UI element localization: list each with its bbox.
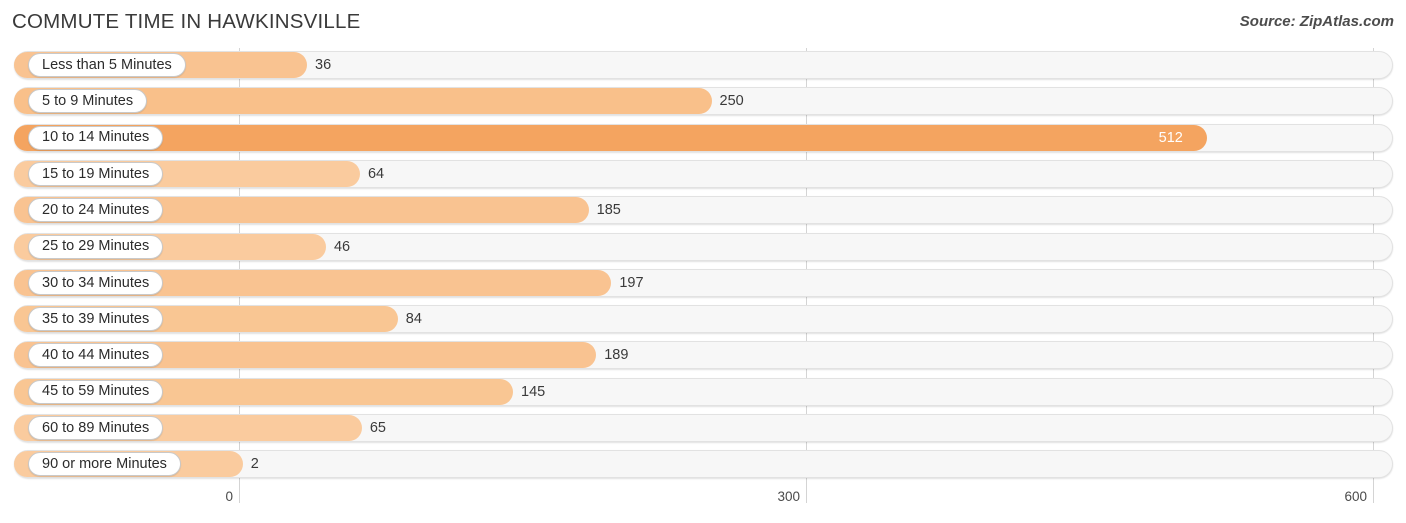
bar-category-label-text: 25 to 29 Minutes — [42, 238, 150, 255]
bar-row[interactable]: 90 or more Minutes 2 — [0, 449, 1406, 479]
chart-header: COMMUTE TIME IN HAWKINSVILLE Source: Zip… — [0, 0, 1406, 46]
bar-category-label-text: Less than 5 Minutes — [42, 56, 172, 73]
bar-value-label: 2 — [250, 456, 259, 473]
bar-category-label-text: 90 or more Minutes — [42, 456, 167, 473]
bar-category-label-text: 5 to 9 Minutes — [42, 93, 134, 110]
bar-value-label: 46 — [333, 238, 351, 255]
x-axis: 0 300 600 — [0, 481, 1406, 523]
bar-value-label: 512 — [1158, 129, 1183, 146]
bar-category-label: 15 to 19 Minutes — [28, 161, 164, 186]
bar-category-label: 90 or more Minutes — [28, 452, 181, 477]
bar-row[interactable]: 45 to 59 Minutes 145 — [0, 377, 1406, 407]
bar-value-label: 189 — [604, 347, 629, 364]
bar-value-label: 197 — [619, 274, 644, 291]
bar-row[interactable]: 40 to 44 Minutes 189 — [0, 340, 1406, 370]
bar-category-label: 25 to 29 Minutes — [28, 234, 164, 259]
bar-category-label: 60 to 89 Minutes — [28, 416, 164, 440]
chart-plot-area: Less than 5 Minutes 36 5 to 9 Minutes 250 10… — [0, 48, 1406, 485]
bar-row[interactable]: 25 to 29 Minutes 46 — [0, 232, 1406, 262]
bar-category-label-text: 10 to 14 Minutes — [42, 129, 150, 146]
bar-category-label: 35 to 39 Minutes — [28, 307, 164, 332]
bar-value-label: 145 — [521, 383, 546, 400]
bar-value-label: 64 — [367, 165, 385, 182]
bar-category-label: 20 to 24 Minutes — [28, 198, 164, 223]
bar-category-label-text: 15 to 19 Minutes — [42, 165, 150, 182]
bar-rows: Less than 5 Minutes 36 5 to 9 Minutes 250 10… — [0, 48, 1406, 485]
bar[interactable] — [14, 124, 1207, 151]
bar-row[interactable]: 5 to 9 Minutes 250 — [0, 86, 1406, 116]
bar-row[interactable]: Less than 5 Minutes 36 — [0, 50, 1406, 80]
axis-tick-line — [1373, 481, 1374, 503]
bar-row[interactable]: 30 to 34 Minutes 197 — [0, 268, 1406, 298]
x-axis-tick-label: 300 — [777, 489, 800, 504]
axis-tick-line — [806, 481, 807, 503]
bar-value-label: 185 — [596, 202, 621, 219]
bar-value-label: 250 — [719, 93, 744, 110]
bar-category-label-text: 30 to 34 Minutes — [42, 274, 150, 291]
bar-value-label: 36 — [315, 57, 332, 73]
bar-row[interactable]: 35 to 39 Minutes 84 — [0, 304, 1406, 334]
source-attribution: Source: ZipAtlas.com — [1239, 13, 1394, 30]
x-axis-tick-label: 600 — [1344, 489, 1367, 504]
bar-category-label: 40 to 44 Minutes — [28, 343, 164, 368]
page-title: COMMUTE TIME IN HAWKINSVILLE — [12, 10, 361, 33]
bar-category-label: Less than 5 Minutes — [28, 53, 186, 77]
bar-category-label-text: 35 to 39 Minutes — [42, 310, 150, 327]
x-axis-tick-label: 0 — [225, 489, 233, 504]
bar-value-label: 65 — [369, 420, 386, 436]
bar-value-label: 84 — [405, 311, 422, 328]
bar-category-label: 30 to 34 Minutes — [28, 270, 164, 295]
bar-row[interactable]: 10 to 14 Minutes 512 — [0, 123, 1406, 153]
bar-category-label-text: 60 to 89 Minutes — [42, 419, 150, 436]
bar-category-label-text: 40 to 44 Minutes — [42, 347, 150, 364]
bar-category-label: 10 to 14 Minutes — [28, 125, 164, 150]
bar-category-label-text: 45 to 59 Minutes — [42, 383, 150, 400]
bar-row[interactable]: 20 to 24 Minutes 185 — [0, 195, 1406, 225]
axis-tick-line — [239, 481, 240, 503]
bar-category-label-text: 20 to 24 Minutes — [42, 201, 150, 218]
bar-category-label: 5 to 9 Minutes — [28, 89, 148, 114]
bar-category-label: 45 to 59 Minutes — [28, 379, 164, 404]
bar-row[interactable]: 60 to 89 Minutes 65 — [0, 413, 1406, 443]
bar-row[interactable]: 15 to 19 Minutes 64 — [0, 159, 1406, 189]
